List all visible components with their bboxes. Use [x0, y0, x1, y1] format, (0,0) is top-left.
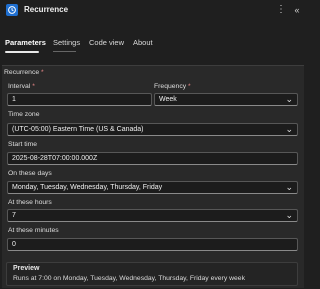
frequency-dropdown[interactable]: Week ⌄ — [154, 93, 298, 106]
on-these-days-label: On these days — [8, 170, 52, 177]
start-time-label: Start time — [8, 141, 38, 148]
chevron-down-icon: ⌄ — [285, 94, 293, 104]
at-these-minutes-label: At these minutes — [8, 227, 59, 234]
tab-divider — [53, 51, 76, 52]
tab-parameters[interactable]: Parameters — [5, 36, 46, 50]
preview-title: Preview — [13, 265, 40, 272]
on-these-days-dropdown[interactable]: Monday, Tuesday, Wednesday, Thursday, Fr… — [7, 181, 298, 194]
start-time-input[interactable]: 2025-08-28T07:00:00.000Z — [7, 152, 298, 165]
recurrence-section-label: Recurrence * — [4, 69, 44, 76]
tab-about[interactable]: About — [133, 36, 153, 50]
recurrence-app-icon — [6, 4, 18, 16]
interval-input[interactable]: 1 — [7, 93, 152, 106]
active-tab-indicator — [5, 51, 39, 53]
tab-settings[interactable]: Settings — [53, 36, 80, 50]
panel-title: Recurrence — [24, 5, 69, 14]
preview-box: Preview Runs at 7:00 on Monday, Tuesday,… — [6, 262, 298, 286]
chevron-down-icon: ⌄ — [285, 182, 293, 192]
time-zone-dropdown[interactable]: (UTC-05:00) Eastern Time (US & Canada) ⌄ — [7, 123, 298, 136]
time-zone-label: Time zone — [8, 111, 40, 118]
tab-code-view[interactable]: Code view — [89, 36, 124, 50]
interval-label: Interval * — [8, 83, 35, 90]
tab-bar: Parameters Settings Code view About — [0, 36, 307, 53]
chevron-down-icon: ⌄ — [285, 210, 293, 220]
at-these-hours-label: At these hours — [8, 199, 52, 206]
preview-text: Runs at 7:00 on Monday, Tuesday, Wednesd… — [13, 275, 245, 282]
at-these-minutes-input[interactable]: 0 — [7, 238, 298, 251]
recurrence-section: Recurrence * Interval * 1 Frequency * We… — [2, 65, 304, 288]
at-these-hours-dropdown[interactable]: 7 ⌄ — [7, 209, 298, 222]
panel-header: Recurrence ⋮ « — [0, 0, 307, 22]
collapse-panel-icon[interactable]: « — [291, 3, 303, 17]
more-options-icon[interactable]: ⋮ — [276, 3, 286, 17]
frequency-label: Frequency * — [154, 83, 191, 90]
chevron-down-icon: ⌄ — [285, 124, 293, 134]
